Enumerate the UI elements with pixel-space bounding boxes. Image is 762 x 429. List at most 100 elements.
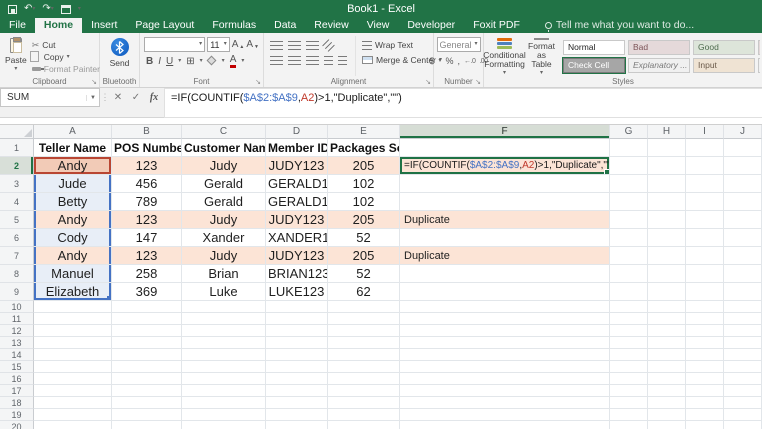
cell-F16[interactable]	[400, 373, 610, 385]
cell-E10[interactable]	[328, 301, 400, 313]
cut-button[interactable]: ✂ Cut	[32, 40, 100, 50]
cell-I7[interactable]	[686, 247, 724, 265]
cell-E2[interactable]: 205	[328, 157, 400, 175]
cell-A4[interactable]: Betty	[34, 193, 112, 211]
cell-C14[interactable]	[182, 349, 266, 361]
row-header-3[interactable]: 3	[0, 175, 34, 193]
cell-F19[interactable]	[400, 409, 610, 421]
cell-I19[interactable]	[686, 409, 724, 421]
column-header-H[interactable]: H	[648, 125, 686, 139]
cell-F8[interactable]	[400, 265, 610, 283]
align-middle-icon[interactable]	[288, 41, 301, 50]
cell-style-neutral[interactable]: Neutral	[758, 40, 760, 55]
cell-A1[interactable]: Teller Name	[34, 139, 112, 157]
decrease-indent-icon[interactable]	[324, 56, 333, 65]
cell-style-explanatory-[interactable]: Explanatory ...	[628, 58, 690, 73]
cell-B20[interactable]	[112, 421, 182, 429]
cell-F18[interactable]	[400, 397, 610, 409]
cell-style-linked-cell[interactable]: Linked Cell	[758, 58, 760, 73]
cell-A2[interactable]: Andy	[34, 157, 112, 175]
cell-I1[interactable]	[686, 139, 724, 157]
cell-B1[interactable]: POS Number	[112, 139, 182, 157]
cell-J1[interactable]	[724, 139, 762, 157]
cell-F9[interactable]	[400, 283, 610, 301]
cell-G9[interactable]	[610, 283, 648, 301]
column-header-C[interactable]: C	[182, 125, 266, 139]
cell-F3[interactable]	[400, 175, 610, 193]
cell-B4[interactable]: 789	[112, 193, 182, 211]
row-header-15[interactable]: 15	[0, 361, 34, 373]
cell-I8[interactable]	[686, 265, 724, 283]
cell-J12[interactable]	[724, 325, 762, 337]
row-header-16[interactable]: 16	[0, 373, 34, 385]
cell-C6[interactable]: Xander	[182, 229, 266, 247]
cell-H15[interactable]	[648, 361, 686, 373]
cell-G11[interactable]	[610, 313, 648, 325]
cell-style-good[interactable]: Good	[693, 40, 755, 55]
cell-J15[interactable]	[724, 361, 762, 373]
row-header-11[interactable]: 11	[0, 313, 34, 325]
row-header-14[interactable]: 14	[0, 349, 34, 361]
cell-D17[interactable]	[266, 385, 328, 397]
cell-B7[interactable]: 123	[112, 247, 182, 265]
cell-D11[interactable]	[266, 313, 328, 325]
increase-decimal-button[interactable]: ←.0	[464, 58, 476, 65]
cell-E13[interactable]	[328, 337, 400, 349]
cell-H3[interactable]	[648, 175, 686, 193]
row-header-13[interactable]: 13	[0, 337, 34, 349]
cell-F14[interactable]	[400, 349, 610, 361]
underline-button[interactable]: U	[166, 56, 173, 67]
cell-D19[interactable]	[266, 409, 328, 421]
font-size-select[interactable]: 11 ▾	[207, 37, 230, 52]
cell-C1[interactable]: Customer Name	[182, 139, 266, 157]
cell-C15[interactable]	[182, 361, 266, 373]
cell-A20[interactable]	[34, 421, 112, 429]
row-header-8[interactable]: 8	[0, 265, 34, 283]
cell-I14[interactable]	[686, 349, 724, 361]
comma-button[interactable]: ,	[457, 56, 460, 66]
row-header-12[interactable]: 12	[0, 325, 34, 337]
format-as-table-button[interactable]: Format as Table ▾	[523, 36, 560, 76]
cell-J18[interactable]	[724, 397, 762, 409]
font-color-button[interactable]: A	[229, 55, 237, 68]
cell-G10[interactable]	[610, 301, 648, 313]
cell-E6[interactable]: 52	[328, 229, 400, 247]
cell-A17[interactable]	[34, 385, 112, 397]
cell-E11[interactable]	[328, 313, 400, 325]
cell-J16[interactable]	[724, 373, 762, 385]
cell-C12[interactable]	[182, 325, 266, 337]
cell-C19[interactable]	[182, 409, 266, 421]
bold-button[interactable]: B	[146, 56, 153, 67]
cell-G1[interactable]	[610, 139, 648, 157]
cell-H7[interactable]	[648, 247, 686, 265]
align-left-icon[interactable]	[270, 56, 283, 65]
cell-B16[interactable]	[112, 373, 182, 385]
cell-D1[interactable]: Member ID	[266, 139, 328, 157]
cell-H17[interactable]	[648, 385, 686, 397]
cell-E18[interactable]	[328, 397, 400, 409]
row-header-7[interactable]: 7	[0, 247, 34, 265]
cell-H1[interactable]	[648, 139, 686, 157]
cell-D13[interactable]	[266, 337, 328, 349]
cell-G4[interactable]	[610, 193, 648, 211]
cell-B15[interactable]	[112, 361, 182, 373]
cell-B6[interactable]: 147	[112, 229, 182, 247]
fill-handle[interactable]	[604, 169, 609, 174]
dialog-launcher-icon[interactable]: ↘	[91, 78, 97, 86]
cell-G15[interactable]	[610, 361, 648, 373]
cell-A6[interactable]: Cody	[34, 229, 112, 247]
tab-page-layout[interactable]: Page Layout	[126, 18, 203, 33]
cell-J8[interactable]	[724, 265, 762, 283]
format-painter-button[interactable]: Format Painter	[31, 64, 100, 74]
cell-J4[interactable]	[724, 193, 762, 211]
cell-E15[interactable]	[328, 361, 400, 373]
cell-J11[interactable]	[724, 313, 762, 325]
cell-I16[interactable]	[686, 373, 724, 385]
cell-B19[interactable]	[112, 409, 182, 421]
cell-I9[interactable]	[686, 283, 724, 301]
cell-B10[interactable]	[112, 301, 182, 313]
cell-style-bad[interactable]: Bad	[628, 40, 690, 55]
cell-H6[interactable]	[648, 229, 686, 247]
tell-me-box[interactable]: Tell me what you want to do...	[529, 18, 702, 33]
number-format-select[interactable]: General ▾	[436, 37, 481, 52]
